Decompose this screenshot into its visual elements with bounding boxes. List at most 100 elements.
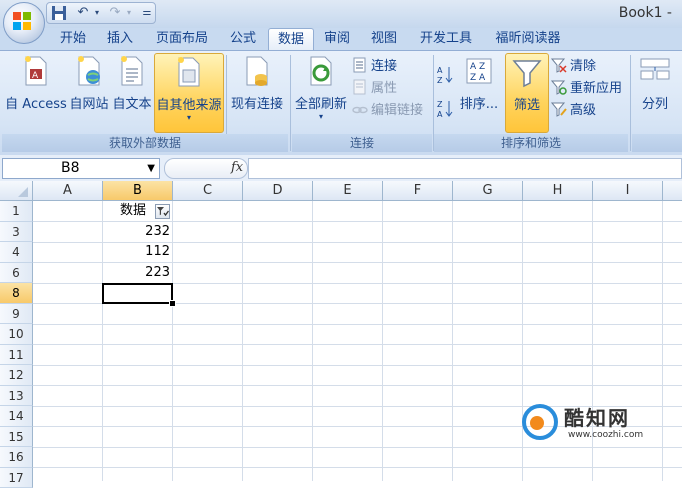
row-header[interactable]: 3 bbox=[0, 222, 33, 243]
quick-access-toolbar: ↶ ▾ ↷ ▾ ⚌ bbox=[46, 2, 156, 24]
sort-a-z-icon: AZ bbox=[437, 65, 453, 81]
reapply-icon bbox=[551, 79, 567, 95]
cell-b4[interactable]: 112 bbox=[103, 242, 173, 262]
gridline bbox=[33, 467, 682, 468]
connections-button[interactable]: 连接 bbox=[352, 57, 397, 75]
tab-data[interactable]: 数据 bbox=[268, 28, 314, 51]
from-text-button[interactable]: 自文本 bbox=[111, 55, 153, 131]
insert-function-area: fx bbox=[164, 158, 248, 179]
formula-input[interactable] bbox=[248, 158, 682, 179]
watermark: 酷知网 www.coozhi.com bbox=[512, 398, 662, 454]
clear-filter-button[interactable]: 清除 bbox=[551, 57, 596, 75]
column-header-e[interactable]: E bbox=[313, 181, 383, 201]
web-globe-icon bbox=[73, 55, 105, 87]
tab-home[interactable]: 开始 bbox=[52, 28, 94, 50]
existing-connections-icon bbox=[241, 55, 273, 87]
watermark-name: 酷知网 bbox=[564, 402, 630, 431]
gridline bbox=[33, 344, 682, 345]
column-header-d[interactable]: D bbox=[243, 181, 313, 201]
cell-b3[interactable]: 232 bbox=[103, 222, 173, 242]
save-icon[interactable] bbox=[51, 5, 67, 21]
row-header[interactable]: 6 bbox=[0, 263, 33, 284]
fill-handle[interactable] bbox=[169, 300, 176, 307]
row-header[interactable]: 13 bbox=[0, 386, 33, 407]
row-header[interactable]: 15 bbox=[0, 427, 33, 448]
select-all-corner[interactable] bbox=[0, 181, 33, 201]
group-separator bbox=[290, 55, 291, 151]
text-file-icon bbox=[116, 55, 148, 87]
filter-active-icon bbox=[156, 205, 169, 218]
column-header-h[interactable]: H bbox=[523, 181, 593, 201]
name-box-value: B8 bbox=[61, 159, 80, 178]
row-header[interactable]: 17 bbox=[0, 468, 33, 488]
column-header-f[interactable]: F bbox=[383, 181, 453, 201]
clear-filter-icon bbox=[551, 57, 567, 73]
gridline bbox=[242, 201, 243, 481]
row-header[interactable]: 10 bbox=[0, 324, 33, 345]
dropdown-arrow-icon: ▾ bbox=[293, 112, 349, 121]
tab-view[interactable]: 视图 bbox=[363, 28, 405, 50]
column-header-i[interactable]: I bbox=[593, 181, 663, 201]
from-other-sources-button[interactable]: 自其他来源 ▾ bbox=[154, 53, 224, 133]
tab-formulas[interactable]: 公式 bbox=[222, 28, 264, 50]
access-database-icon: A bbox=[20, 55, 52, 87]
column-header-partial[interactable] bbox=[663, 181, 682, 201]
cell-b6[interactable]: 223 bbox=[103, 263, 173, 283]
row-header[interactable]: 11 bbox=[0, 345, 33, 366]
row-header[interactable]: 16 bbox=[0, 447, 33, 468]
reapply-button[interactable]: 重新应用 bbox=[551, 79, 622, 97]
dropdown-arrow-icon: ▾ bbox=[155, 113, 223, 122]
from-access-button[interactable]: A 自 Access bbox=[5, 55, 67, 131]
edit-links-button[interactable]: 编辑链接 bbox=[352, 101, 423, 119]
row-header[interactable]: 12 bbox=[0, 365, 33, 386]
tab-foxit-reader[interactable]: 福昕阅读器 bbox=[486, 28, 570, 50]
filter-button[interactable]: 筛选 bbox=[505, 53, 549, 133]
refresh-all-button[interactable]: 全部刷新 ▾ bbox=[293, 55, 349, 131]
row-header[interactable]: 1 bbox=[0, 201, 33, 222]
row-header[interactable]: 14 bbox=[0, 406, 33, 427]
advanced-filter-button[interactable]: 高级 bbox=[551, 101, 596, 119]
column-header-c[interactable]: C bbox=[173, 181, 243, 201]
row-header[interactable]: 4 bbox=[0, 242, 33, 263]
gridline bbox=[452, 201, 453, 481]
group-label-sort-filter: 排序和筛选 bbox=[434, 134, 628, 152]
text-to-columns-button[interactable]: 分列 bbox=[634, 55, 676, 131]
connections-icon bbox=[352, 57, 368, 73]
from-web-button[interactable]: 自网站 bbox=[68, 55, 110, 131]
row-header[interactable]: 9 bbox=[0, 304, 33, 325]
tab-insert[interactable]: 插入 bbox=[99, 28, 141, 50]
gridline bbox=[382, 201, 383, 481]
column-header-a[interactable]: A bbox=[33, 181, 103, 201]
sort-ascending-button[interactable]: AZ bbox=[437, 65, 457, 83]
tab-page-layout[interactable]: 页面布局 bbox=[147, 28, 217, 50]
active-cell-b8[interactable] bbox=[102, 283, 173, 304]
name-box[interactable]: B8 ▼ bbox=[2, 158, 160, 179]
column-header-b[interactable]: B bbox=[103, 181, 173, 201]
tab-review[interactable]: 审阅 bbox=[316, 28, 358, 50]
gridline bbox=[33, 365, 682, 366]
column-header-g[interactable]: G bbox=[453, 181, 523, 201]
formula-bar: B8 ▼ fx bbox=[0, 155, 682, 182]
properties-button[interactable]: 属性 bbox=[352, 79, 397, 97]
ribbon: A 自 Access 自网站 自文本 自其他来源 ▾ 现有连接 获取外部数据 全 bbox=[0, 50, 682, 156]
gridline bbox=[662, 201, 663, 481]
sort-descending-button[interactable]: ZA bbox=[437, 99, 457, 117]
svg-text:Z: Z bbox=[437, 100, 443, 109]
autofilter-dropdown-button[interactable] bbox=[155, 204, 170, 219]
funnel-icon bbox=[511, 56, 543, 88]
row-header[interactable]: 8 bbox=[0, 283, 33, 304]
redo-dropdown-icon[interactable]: ▾ bbox=[121, 5, 137, 21]
tab-developer[interactable]: 开发工具 bbox=[411, 28, 481, 50]
properties-icon bbox=[352, 79, 368, 95]
advanced-filter-icon bbox=[551, 101, 567, 117]
customize-icon[interactable]: ⚌ bbox=[139, 5, 155, 21]
insert-function-icon[interactable]: fx bbox=[231, 160, 243, 175]
chevron-down-icon[interactable]: ▼ bbox=[147, 159, 155, 178]
watermark-logo-dot bbox=[530, 416, 544, 430]
undo-dropdown-icon[interactable]: ▾ bbox=[89, 5, 105, 21]
existing-connections-button[interactable]: 现有连接 bbox=[229, 55, 285, 131]
sort-z-a-icon: ZA bbox=[437, 99, 453, 115]
text-to-columns-icon bbox=[639, 55, 671, 87]
watermark-url: www.coozhi.com bbox=[568, 430, 643, 440]
sort-button[interactable]: A ZZ A 排序... bbox=[458, 55, 500, 131]
